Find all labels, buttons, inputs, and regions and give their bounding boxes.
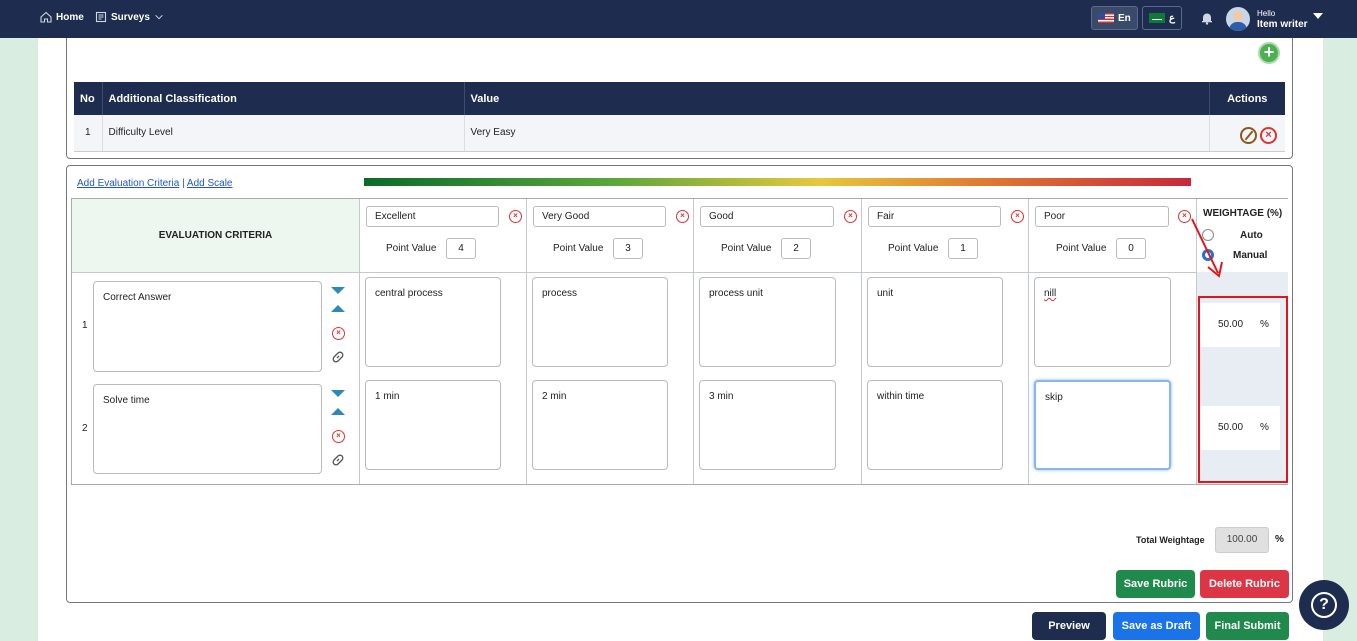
cell-classification: Difficulty Level [102, 115, 465, 152]
total-weightage-value: 100.00 [1215, 527, 1269, 553]
point-value-input[interactable]: 3 [613, 238, 643, 259]
delete-icon[interactable]: × [1260, 127, 1277, 145]
point-value-input[interactable]: 1 [948, 238, 978, 259]
remove-criteria-icon[interactable]: × [332, 327, 345, 340]
descriptor-input[interactable]: process unit [699, 277, 836, 367]
point-value-label: Point Value [386, 243, 437, 254]
manual-label: Manual [1233, 250, 1268, 261]
total-weightage-label: Total Weightage [1136, 535, 1205, 545]
remove-scale-icon[interactable]: × [676, 210, 689, 223]
save-as-draft-button[interactable]: Save as Draft [1113, 612, 1200, 640]
descriptor-input[interactable]: central process [365, 277, 501, 367]
evaluation-criteria-header: EVALUATION CRITERIA [72, 199, 359, 272]
user-menu[interactable]: Hello Item writer [1257, 8, 1308, 30]
descriptor-input[interactable]: 2 min [532, 380, 668, 470]
rubric-links: Add Evaluation Criteria | Add Scale [77, 178, 233, 189]
descriptor-input[interactable]: within time [867, 380, 1003, 470]
surveys-icon [95, 11, 107, 23]
col-value: Value [464, 82, 1210, 115]
descriptor-input[interactable]: unit [867, 277, 1003, 367]
top-navbar: Home Surveys En ع Hello Item writer [0, 0, 1357, 38]
annotation-arrow [1191, 218, 1223, 278]
preview-button[interactable]: Preview [1032, 612, 1106, 640]
descriptor-input[interactable]: nill [1034, 277, 1171, 367]
us-flag-icon [1098, 13, 1114, 23]
col-actions: Actions [1209, 82, 1285, 115]
question-mark-icon: ? [1311, 592, 1337, 618]
annotation-highlight-box [1198, 296, 1288, 483]
language-en-button[interactable]: En [1091, 6, 1138, 30]
cell-value: Very Easy [464, 115, 1210, 152]
scale-name-input-excellent[interactable]: Excellent [366, 206, 499, 227]
point-value-input[interactable]: 0 [1116, 238, 1146, 259]
plus-icon: + [1263, 42, 1275, 62]
criteria-name-input[interactable]: Solve time [93, 384, 322, 474]
total-percent-label: % [1275, 534, 1284, 545]
save-rubric-button[interactable]: Save Rubric [1116, 570, 1195, 598]
add-classification-button[interactable]: + [1258, 42, 1280, 64]
classification-table: No Additional Classification Value Actio… [74, 82, 1285, 152]
hello-text: Hello [1257, 9, 1276, 18]
nav-surveys-label: Surveys [111, 11, 150, 23]
nav-home[interactable]: Home [40, 11, 84, 23]
col-classification: Additional Classification [102, 82, 465, 115]
home-icon [40, 11, 52, 23]
language-en-label: En [1118, 12, 1131, 24]
avatar[interactable] [1226, 7, 1250, 31]
descriptor-input[interactable]: process [532, 277, 668, 367]
row-number: 2 [82, 423, 88, 434]
scale-name-input-good[interactable]: Good [700, 206, 834, 227]
add-evaluation-criteria-link[interactable]: Add Evaluation Criteria [77, 178, 179, 189]
rubric-grid: EVALUATION CRITERIA Excellent × Point Va… [71, 198, 1288, 485]
chevron-down-icon [155, 14, 163, 20]
table-row: 1 Difficulty Level Very Easy × [74, 115, 1285, 152]
language-ar-button[interactable]: ع [1142, 6, 1182, 30]
point-value-input[interactable]: 4 [446, 238, 476, 259]
nav-home-label: Home [56, 11, 84, 23]
point-value-label: Point Value [888, 243, 939, 254]
link-icon[interactable] [331, 453, 345, 467]
scale-name-input-fair[interactable]: Fair [868, 206, 1001, 227]
move-down-icon[interactable] [331, 390, 345, 397]
move-up-icon[interactable] [331, 305, 345, 312]
sa-flag-icon [1149, 13, 1165, 23]
scale-gradient-bar [364, 178, 1191, 186]
user-name: Item writer [1257, 19, 1308, 30]
row-number: 1 [82, 320, 88, 331]
move-down-icon[interactable] [331, 287, 345, 294]
descriptor-input[interactable]: skip [1034, 380, 1171, 470]
move-up-icon[interactable] [331, 408, 345, 415]
link-separator: | [182, 178, 185, 189]
point-value-input[interactable]: 2 [781, 238, 811, 259]
delete-rubric-button[interactable]: Delete Rubric [1200, 570, 1289, 598]
scale-name-input-very-good[interactable]: Very Good [533, 206, 666, 227]
descriptor-input[interactable]: 3 min [699, 380, 836, 470]
final-submit-button[interactable]: Final Submit [1206, 612, 1289, 640]
point-value-label: Point Value [553, 243, 604, 254]
add-scale-link[interactable]: Add Scale [187, 178, 233, 189]
auto-label: Auto [1240, 230, 1263, 241]
language-ar-label: ع [1169, 12, 1175, 24]
bell-icon[interactable] [1200, 11, 1214, 25]
col-no: No [74, 82, 103, 115]
scale-name-input-poor[interactable]: Poor [1035, 206, 1169, 227]
descriptor-input[interactable]: 1 min [365, 380, 501, 470]
point-value-label: Point Value [1056, 243, 1107, 254]
cell-actions: × [1209, 115, 1285, 152]
criteria-name-input[interactable]: Correct Answer [93, 281, 322, 372]
cell-no: 1 [74, 115, 103, 152]
edit-icon[interactable] [1240, 127, 1257, 145]
help-button[interactable]: ? [1299, 580, 1349, 630]
link-icon[interactable] [331, 350, 345, 364]
remove-scale-icon[interactable]: × [509, 210, 522, 223]
remove-scale-icon[interactable]: × [1011, 210, 1024, 223]
point-value-label: Point Value [721, 243, 772, 254]
remove-scale-icon[interactable]: × [844, 210, 857, 223]
remove-criteria-icon[interactable]: × [332, 430, 345, 443]
caret-down-icon[interactable] [1313, 13, 1323, 19]
nav-surveys[interactable]: Surveys [95, 11, 164, 23]
